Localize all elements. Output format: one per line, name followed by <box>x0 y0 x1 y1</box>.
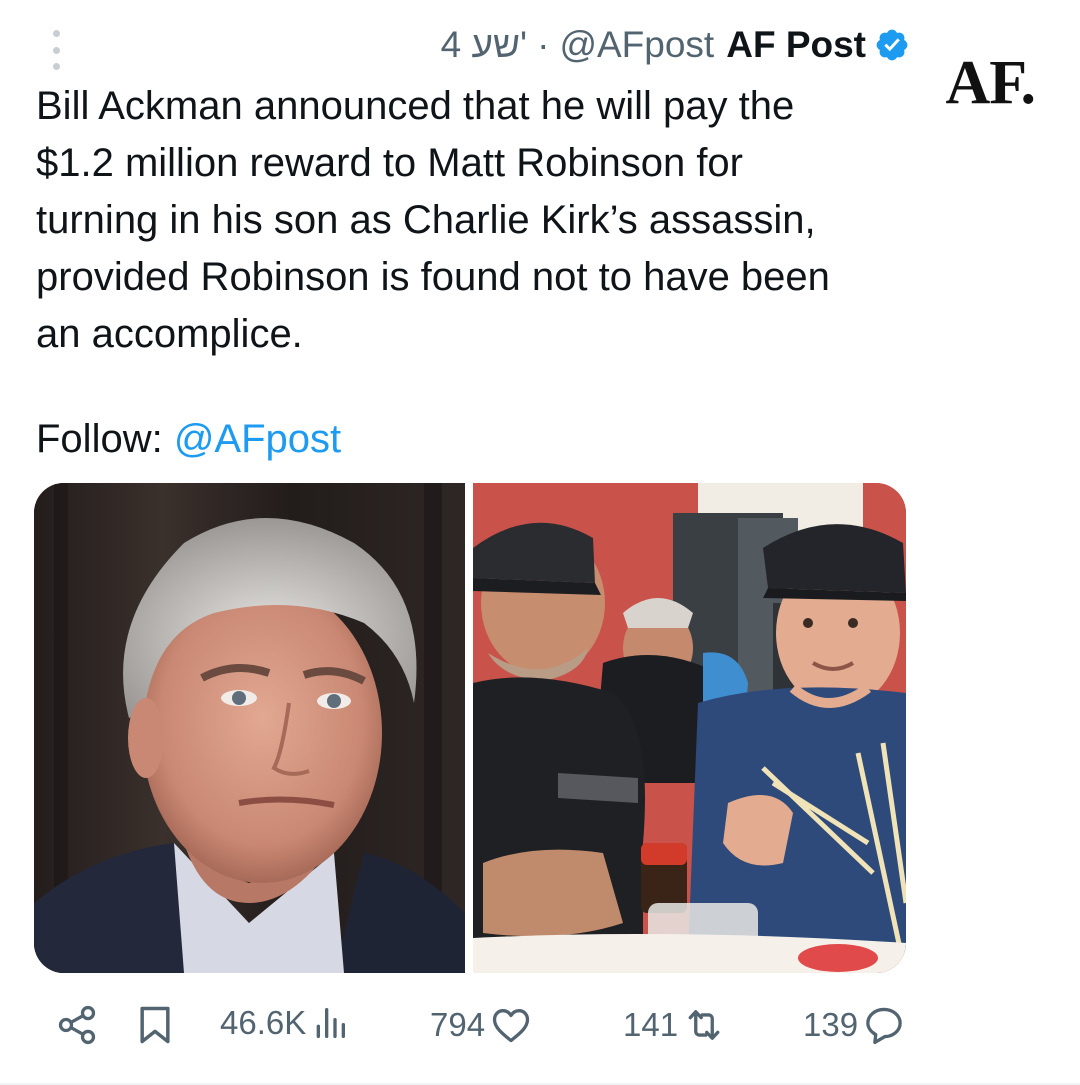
more-dot <box>52 63 60 70</box>
tweet-header: 4 שע' · @AFpost AF Post <box>441 22 910 68</box>
more-dot <box>52 46 60 54</box>
repost-button[interactable]: 141 <box>623 1003 726 1047</box>
tweet-body: Bill Ackman announced that he will pay t… <box>36 84 830 356</box>
author-avatar[interactable]: AF. <box>946 48 1036 119</box>
media-photo-robinsons[interactable] <box>473 483 906 973</box>
photo-father-and-son-restaurant <box>473 483 906 973</box>
share-button[interactable] <box>55 1003 99 1047</box>
reply-icon <box>866 1007 902 1045</box>
more-options-icon[interactable] <box>48 30 64 70</box>
replies-count: 139 <box>803 1006 859 1043</box>
author-handle[interactable]: @AFpost <box>559 24 714 66</box>
likes-count: 794 <box>430 1006 486 1043</box>
tweet-media-grid <box>34 483 906 973</box>
more-dot <box>52 30 60 37</box>
like-button[interactable]: 794 <box>430 1003 533 1047</box>
views-button[interactable]: 46.6K <box>220 1003 350 1043</box>
header-separator: · <box>537 24 550 65</box>
tweet-timestamp[interactable]: 4 שע' <box>441 24 527 66</box>
verified-badge-icon <box>876 29 908 61</box>
follow-label: Follow: <box>36 417 174 461</box>
media-photo-ackman[interactable] <box>34 483 465 973</box>
bookmark-icon <box>140 1006 170 1044</box>
heart-icon <box>492 1009 530 1043</box>
views-count: 46.6K <box>220 1004 307 1041</box>
reposts-count: 141 <box>623 1006 679 1043</box>
author-display-name[interactable]: AF Post <box>726 24 866 66</box>
bookmark-button[interactable] <box>133 1003 177 1047</box>
views-chart-icon <box>316 1008 346 1038</box>
tweet-action-bar: 46.6K 794 141 139 <box>0 995 1080 1055</box>
photo-portrait-man-grey-hair <box>34 483 465 973</box>
reply-button[interactable]: 139 <box>803 1003 906 1047</box>
follow-line: Follow: @AFpost <box>36 411 341 468</box>
repost-icon <box>688 1010 720 1040</box>
share-icon <box>58 1005 96 1045</box>
follow-mention-link[interactable]: @AFpost <box>174 417 341 461</box>
